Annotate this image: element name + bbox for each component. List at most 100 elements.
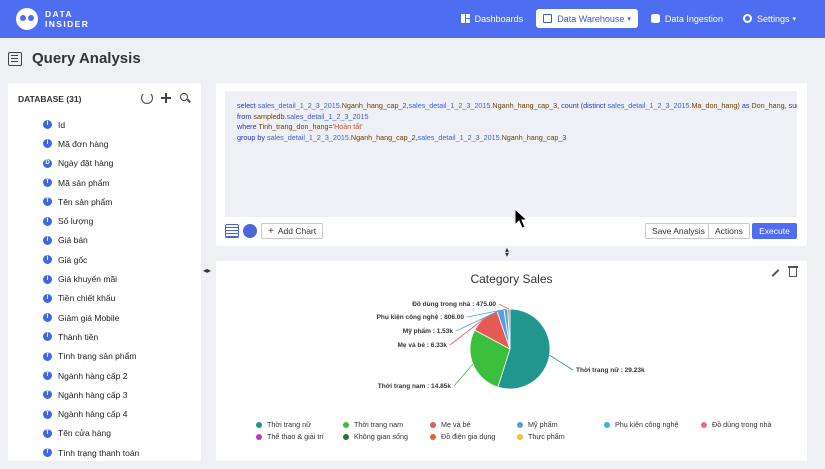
legend-label: Đồ dùng trong nhà xyxy=(712,420,772,429)
field-type-icon: I xyxy=(43,216,52,226)
chart-view-icon[interactable] xyxy=(243,224,257,238)
vertical-resize-handle[interactable]: ◂▸ xyxy=(203,266,211,275)
nav-data-warehouse[interactable]: Data Warehouse ▾ xyxy=(536,9,638,28)
field-item[interactable]: T Ngành hàng cấp 2 xyxy=(43,366,201,385)
legend-swatch xyxy=(430,421,436,428)
field-label: Ngành hàng cấp 4 xyxy=(58,409,128,420)
chevron-down-icon: ▾ xyxy=(627,15,631,23)
field-type-icon: T xyxy=(43,197,52,207)
sidebar-tools xyxy=(134,92,191,104)
field-item[interactable]: I Giảm giá Mobile xyxy=(43,308,201,327)
sql-line: from sampledb.sales_detail_1_2_3_2015 xyxy=(237,112,785,123)
field-type-icon: T xyxy=(43,409,52,419)
field-label: Ngành hàng cấp 2 xyxy=(58,370,128,381)
legend-label: Phụ kiện công nghệ xyxy=(615,420,679,429)
field-item[interactable]: T Tên sản phẩm xyxy=(43,192,201,211)
sql-token: sampledb xyxy=(253,111,285,121)
chart-panel: Category Sales Thời trang nữ : 29.23k Thờ… xyxy=(216,261,807,461)
nav-settings[interactable]: Settings ▾ xyxy=(736,9,803,28)
legend-item[interactable]: Đồ điện gia dụng xyxy=(430,432,517,441)
sql-code[interactable]: select sales_detail_1_2_3_2015 .Nganh_han… xyxy=(225,91,797,153)
search-icon[interactable] xyxy=(179,92,191,104)
field-type-icon: I xyxy=(43,274,52,284)
legend-swatch xyxy=(256,421,262,428)
legend-item[interactable]: Mỹ phẩm xyxy=(517,420,604,429)
legend-item[interactable]: Thời trang nữ xyxy=(256,420,343,429)
legend-item[interactable]: Đồ dùng trong nhà xyxy=(701,420,796,429)
legend-item[interactable]: Không gian sống xyxy=(343,432,430,441)
field-item[interactable]: I Giá gốc xyxy=(43,250,201,269)
add-chart-label: Add Chart xyxy=(277,226,317,236)
legend-label: Mẹ và bé xyxy=(441,420,471,429)
field-label: Id xyxy=(58,119,66,130)
slice-data-label: Đồ dùng trong nhà : 475.00 xyxy=(412,299,496,308)
legend-swatch xyxy=(604,421,610,428)
nav-dashboards[interactable]: Dashboards xyxy=(454,9,531,28)
slice-data-label: Thời trang nam : 14.85k xyxy=(378,383,452,390)
actions-button[interactable]: Actions xyxy=(708,223,750,239)
field-item[interactable]: I Giá khuyến mãi xyxy=(43,269,201,288)
field-item[interactable]: T Tên cửa hàng xyxy=(43,424,201,443)
legend-item[interactable]: Thời trang nam xyxy=(343,420,430,429)
sql-token: distinct xyxy=(583,101,608,110)
brand-name: DATA INSIDER xyxy=(45,9,89,29)
legend-item[interactable]: Thực phẩm xyxy=(517,432,604,441)
field-type-icon: T xyxy=(43,351,52,361)
field-label: Tên sản phẩm xyxy=(58,196,113,207)
field-item[interactable]: I Thành tiền xyxy=(43,327,201,346)
legend-label: Đồ điện gia dụng xyxy=(441,432,496,441)
sql-editor[interactable]: select sales_detail_1_2_3_2015 .Nganh_han… xyxy=(225,91,797,217)
sql-token: where xyxy=(237,122,259,132)
sql-line: group by sales_detail_1_2_3_2015.Nganh_h… xyxy=(237,133,785,144)
legend-swatch xyxy=(517,433,523,440)
sql-token: sales_detail_1_2_3_2015 xyxy=(607,101,690,110)
add-icon[interactable] xyxy=(160,92,172,104)
field-item[interactable]: D Ngày đặt hàng xyxy=(43,154,201,173)
legend-swatch xyxy=(343,421,349,428)
execute-button[interactable]: Execute xyxy=(752,223,797,239)
chart-legend: Thời trang nữ Thời trang nam Mẹ và bé Mỹ ph… xyxy=(256,420,796,441)
field-item[interactable]: T Ngành hàng cấp 4 xyxy=(43,404,201,423)
legend-item[interactable]: Mẹ và bé xyxy=(430,420,517,429)
field-label: Tình trạng thanh toán xyxy=(58,447,140,458)
nav-data-ingestion[interactable]: Data Ingestion xyxy=(644,9,730,28)
sql-token: .Ma_don_hang) xyxy=(689,101,742,110)
plus-icon: + xyxy=(268,225,274,237)
field-item[interactable]: T Tình trạng thanh toán xyxy=(43,443,201,461)
field-item[interactable]: I Id xyxy=(43,115,201,134)
field-item[interactable]: T Mã sản phẩm xyxy=(43,173,201,192)
field-item[interactable]: I Mã đơn hàng xyxy=(43,134,201,153)
nav-data-ingestion-label: Data Ingestion xyxy=(664,13,723,24)
horizontal-resize-handle[interactable]: ▴ ▾ xyxy=(505,246,509,259)
field-item[interactable]: T Ngành hàng cấp 3 xyxy=(43,385,201,404)
legend-item[interactable]: Phụ kiện công nghệ xyxy=(604,420,701,429)
sql-token: sales_detail_1_2_3_2015 xyxy=(266,132,349,142)
legend-label: Không gian sống xyxy=(354,432,408,441)
nav-dashboards-label: Dashboards xyxy=(474,13,524,24)
legend-item[interactable]: Thể thao & giải trí xyxy=(256,432,343,441)
save-analysis-button[interactable]: Save Analysis xyxy=(645,223,712,239)
field-type-icon: T xyxy=(43,390,52,400)
query-toolbar: + Add Chart Save Analysis Actions Execut… xyxy=(225,223,797,241)
table-view-icon[interactable] xyxy=(225,224,239,238)
refresh-icon[interactable] xyxy=(141,92,153,104)
field-label: Tiền chiết khấu xyxy=(58,293,116,304)
field-item[interactable]: I Tiền chiết khấu xyxy=(43,289,201,308)
field-label: Giảm giá Mobile xyxy=(58,312,120,323)
field-label: Giá gốc xyxy=(58,254,88,265)
sidebar-header: DATABASE (31) xyxy=(8,83,201,115)
brand-logo[interactable]: DATA INSIDER xyxy=(16,8,89,30)
field-item[interactable]: T Tình trạng sản phẩm xyxy=(43,347,201,366)
mouse-cursor-icon xyxy=(514,208,528,229)
field-item[interactable]: I Giá bán xyxy=(43,231,201,250)
field-type-icon: T xyxy=(43,371,52,380)
legend-swatch xyxy=(517,421,523,428)
sql-token: .Nganh_hang_cap_3 xyxy=(499,132,567,142)
legend-swatch xyxy=(701,421,707,428)
field-list: I Id I Mã đơn hàng D Ngày đặt hàng T Mã sản phẩ… xyxy=(8,115,201,461)
add-chart-button[interactable]: + Add Chart xyxy=(261,223,324,239)
sql-token: .sales_detail_1_2_3_2015 xyxy=(284,111,369,121)
stack-icon xyxy=(650,14,660,23)
field-item[interactable]: I Số lượng xyxy=(43,211,201,230)
sql-token: select xyxy=(237,101,258,110)
